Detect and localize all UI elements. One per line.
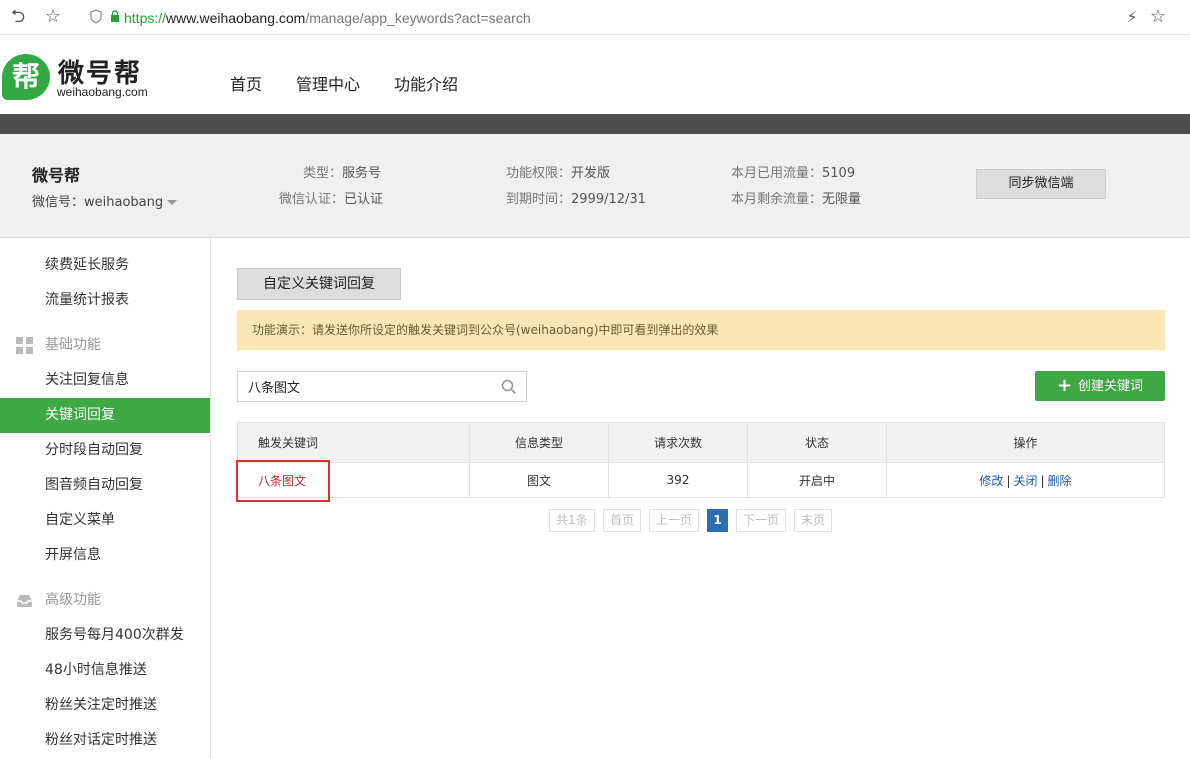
search-input[interactable] xyxy=(238,372,493,401)
remain-traffic-info: 本月剩余流量：无限量 xyxy=(731,188,861,207)
bookmark-star-icon[interactable]: ☆ xyxy=(42,6,64,28)
remain-label: 本月剩余流量： xyxy=(731,192,823,207)
tab-custom-keyword-reply[interactable]: 自定义关键词回复 xyxy=(237,268,401,300)
type-cell: 图文 xyxy=(469,462,609,498)
type-info: 类型：服务号 xyxy=(303,162,381,181)
sidebar-group-basic: 基础功能 xyxy=(0,328,210,363)
pager-prev[interactable]: 上一页 xyxy=(649,509,699,532)
sync-wechat-button[interactable]: 同步微信端 xyxy=(976,169,1106,199)
url-path: /manage/app_keywords?act=search xyxy=(305,10,531,26)
table-header-row: 触发关键词 信息类型 请求次数 状态 操作 xyxy=(237,422,1165,463)
sidebar-item-keyword-reply[interactable]: 关键词回复 xyxy=(0,398,210,433)
sidebar-item-follow-push[interactable]: 粉丝关注定时推送 xyxy=(0,688,210,723)
create-keyword-button[interactable]: + 创建关键词 xyxy=(1035,371,1165,401)
lock-icon xyxy=(111,10,119,22)
sidebar-group-basic-label: 基础功能 xyxy=(45,337,101,353)
sidebar-item-timed-reply[interactable]: 分时段自动回复 xyxy=(0,433,210,468)
search-icon[interactable] xyxy=(501,379,517,395)
grid-icon xyxy=(16,337,33,354)
col-ops: 操作 xyxy=(886,422,1165,463)
perm-info: 功能权限：开发版 xyxy=(506,162,610,181)
count-cell: 392 xyxy=(608,462,748,498)
remain-value: 无限量 xyxy=(822,192,862,207)
account-name: 微号帮 xyxy=(32,166,81,185)
auth-value: 已认证 xyxy=(344,192,384,207)
ops-separator: | xyxy=(1006,473,1011,488)
address-bar[interactable]: https://www.weihaobang.com/manage/app_ke… xyxy=(124,8,531,28)
perm-label: 功能权限： xyxy=(506,166,572,181)
sidebar-item-traffic-report[interactable]: 流量统计报表 xyxy=(0,283,210,318)
demo-notice: 功能演示：请发送你所设定的触发关键词到公众号(weihaobang)中即可看到弹… xyxy=(237,310,1165,350)
col-status: 状态 xyxy=(747,422,887,463)
col-type: 信息类型 xyxy=(469,422,609,463)
chevron-down-icon[interactable] xyxy=(167,200,178,205)
header-divider-band xyxy=(0,114,1190,134)
delete-link[interactable]: 删除 xyxy=(1048,474,1072,488)
sidebar-group-advanced: 高级功能 xyxy=(0,583,210,618)
sidebar-item-custom-menu[interactable]: 自定义菜单 xyxy=(0,503,210,538)
url-host: www.weihaobang.com xyxy=(166,10,306,26)
wx-id: weihaobang xyxy=(84,195,164,210)
keyword-table: 触发关键词 信息类型 请求次数 状态 操作 八条图文 图文 392 开启中 修改… xyxy=(237,422,1165,498)
sidebar-item-mass-send[interactable]: 服务号每月400次群发 xyxy=(0,618,210,653)
pager-first[interactable]: 首页 xyxy=(603,509,641,532)
sidebar-group-advanced-label: 高级功能 xyxy=(45,592,101,608)
pager-last[interactable]: 末页 xyxy=(794,509,832,532)
sidebar-item-48h-push[interactable]: 48小时信息推送 xyxy=(0,653,210,688)
sidebar-item-follow-reply[interactable]: 关注回复信息 xyxy=(0,363,210,398)
sidebar-item-media-reply[interactable]: 图音频自动回复 xyxy=(0,468,210,503)
auth-info: 微信认证：已认证 xyxy=(279,188,383,207)
create-keyword-label: 创建关键词 xyxy=(1078,379,1144,394)
ops-separator: | xyxy=(1040,473,1045,488)
perm-value: 开发版 xyxy=(571,166,611,181)
nav-features[interactable]: 功能介绍 xyxy=(394,71,458,95)
sidebar: 续费延长服务 流量统计报表 基础功能 关注回复信息 关键词回复 分时段自动回复 … xyxy=(0,238,211,759)
keyword-search xyxy=(237,371,527,402)
close-link[interactable]: 关闭 xyxy=(1013,474,1037,488)
used-value: 5109 xyxy=(822,166,856,181)
nav-home[interactable]: 首页 xyxy=(230,71,262,95)
auth-label: 微信认证： xyxy=(279,192,345,207)
shield-icon xyxy=(90,9,102,24)
col-keyword: 触发关键词 xyxy=(237,422,470,463)
back-icon[interactable]: ⮌ xyxy=(7,6,29,28)
site-header: 帮 微号帮 weihaobang.com 首页 管理中心 功能介绍 xyxy=(0,35,1190,114)
top-nav: 首页 管理中心 功能介绍 xyxy=(230,71,458,95)
account-wx-id[interactable]: 微信号：weihaobang xyxy=(32,191,178,210)
wx-label: 微信号： xyxy=(32,195,85,210)
logo-icon[interactable]: 帮 xyxy=(2,54,50,100)
sidebar-item-renew[interactable]: 续费延长服务 xyxy=(0,248,210,283)
col-count: 请求次数 xyxy=(608,422,748,463)
favorite-star-icon[interactable]: ☆ xyxy=(1147,6,1169,28)
sidebar-item-splash-info[interactable]: 开屏信息 xyxy=(0,538,210,573)
browser-toolbar: ⮌ ☆ https://www.weihaobang.com/manage/ap… xyxy=(0,0,1190,35)
keyword-cell: 八条图文 xyxy=(237,462,470,498)
nav-manage[interactable]: 管理中心 xyxy=(296,71,360,95)
plus-icon: + xyxy=(1056,375,1073,396)
expire-info: 到期时间：2999/12/31 xyxy=(506,188,646,207)
type-label: 类型： xyxy=(303,166,343,181)
pager-current[interactable]: 1 xyxy=(707,509,728,532)
account-info-panel: 微号帮 微信号：weihaobang 类型：服务号 微信认证：已认证 功能权限：… xyxy=(0,134,1190,238)
pager-next[interactable]: 下一页 xyxy=(736,509,786,532)
expire-label: 到期时间： xyxy=(506,192,572,207)
used-label: 本月已用流量： xyxy=(731,166,823,181)
status-cell: 开启中 xyxy=(747,462,887,498)
ops-cell: 修改 | 关闭 | 删除 xyxy=(886,462,1165,498)
used-traffic-info: 本月已用流量：5109 xyxy=(731,162,855,181)
keyword-name[interactable]: 八条图文 xyxy=(258,474,306,488)
logo-domain: weihaobang.com xyxy=(57,85,148,99)
inbox-icon xyxy=(17,595,32,607)
edit-link[interactable]: 修改 xyxy=(979,474,1003,488)
table-row: 八条图文 图文 392 开启中 修改 | 关闭 | 删除 xyxy=(237,462,1165,498)
expire-value: 2999/12/31 xyxy=(571,192,646,207)
type-value: 服务号 xyxy=(342,166,382,181)
lightning-icon[interactable]: ⚡︎ xyxy=(1121,6,1143,28)
sidebar-item-chat-push[interactable]: 粉丝对话定时推送 xyxy=(0,723,210,758)
url-scheme: https:// xyxy=(124,10,167,26)
pager-total: 共1条 xyxy=(549,509,595,532)
